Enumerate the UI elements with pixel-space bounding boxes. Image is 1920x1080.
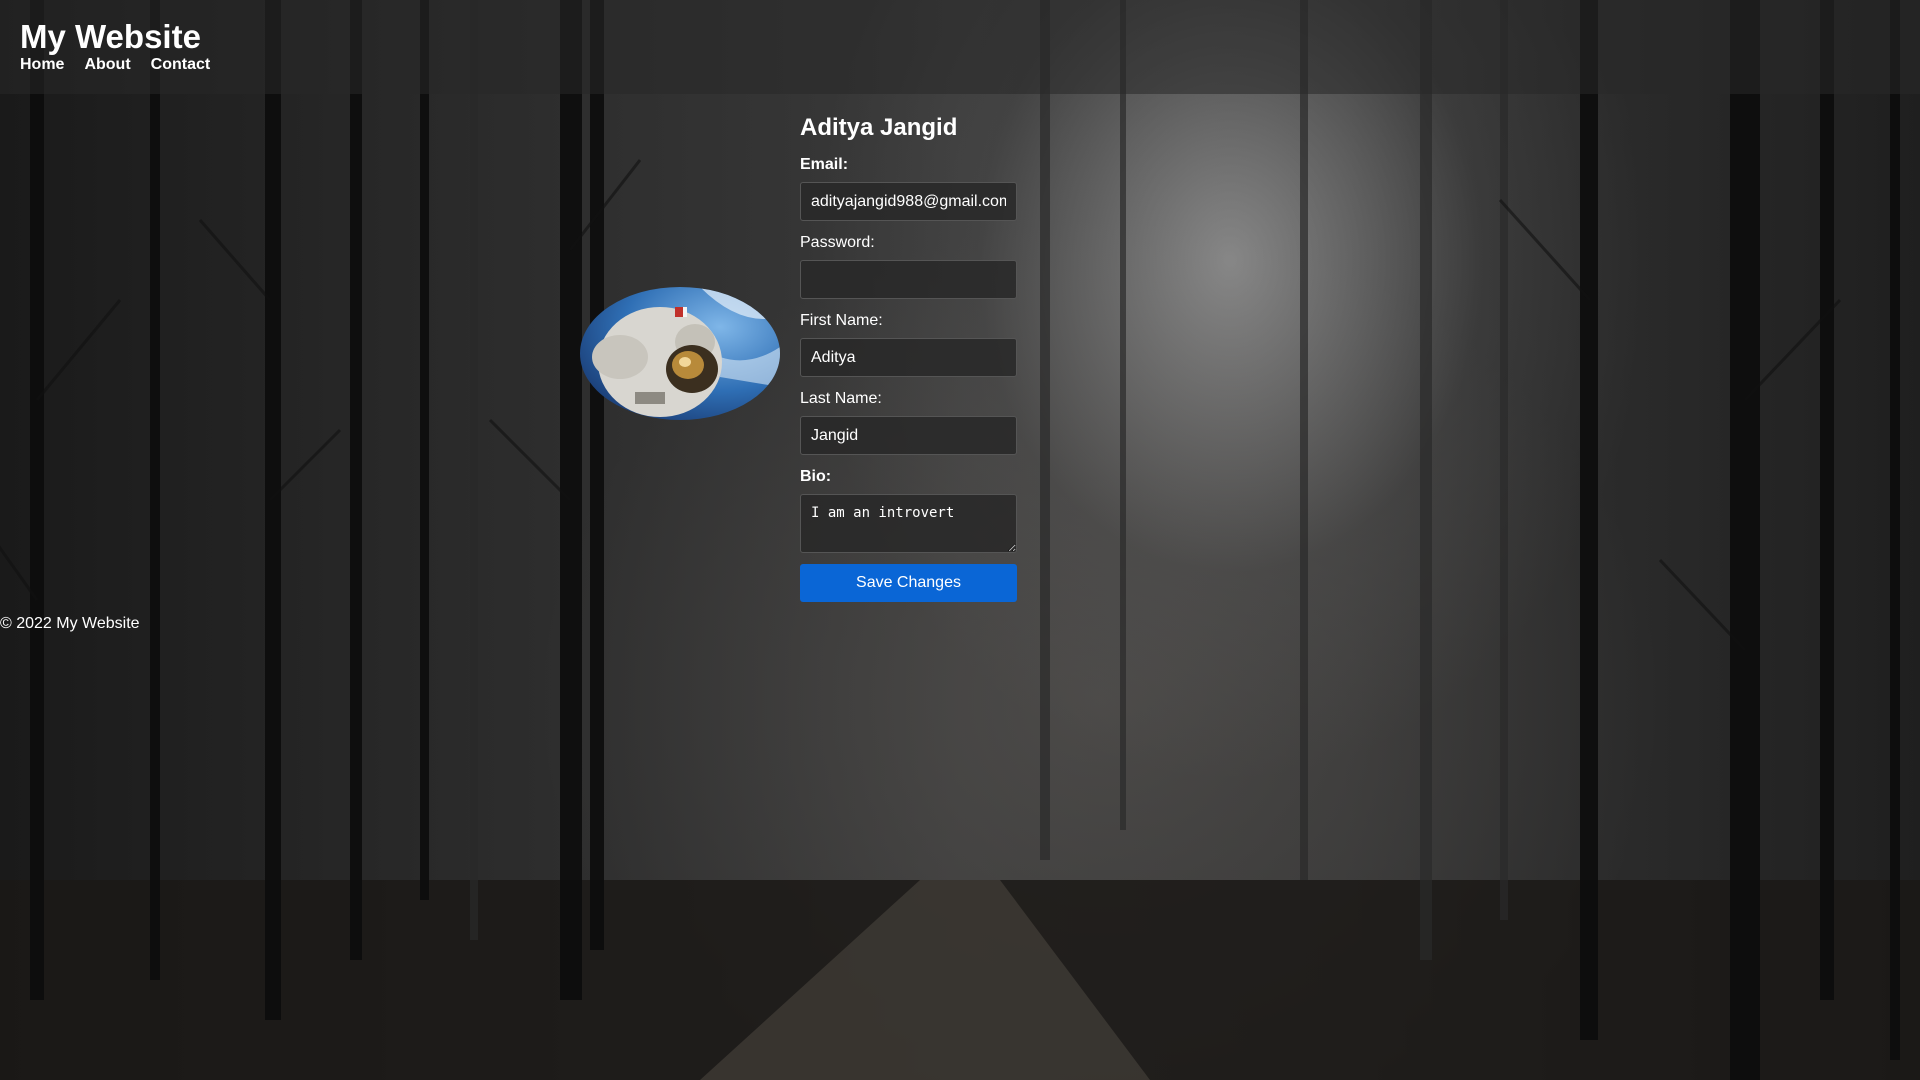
nav-link-home[interactable]: Home [20,56,64,74]
nav-link-contact[interactable]: Contact [151,56,211,74]
footer-copyright: © 2022 My Website [0,615,140,632]
bio-label: Bio: [800,468,832,485]
main-nav: Home About Contact [20,56,210,74]
profile-avatar [580,287,780,420]
password-field[interactable] [800,260,1017,299]
first-name-label: First Name: [800,312,883,329]
password-label: Password: [800,234,875,251]
astronaut-photo-icon [580,287,780,420]
email-label: Email: [800,156,849,173]
profile-form: Aditya Jangid Email: Password: First Nam… [800,110,1017,602]
site-title: My Website [20,18,201,55]
nav-link-about[interactable]: About [84,56,130,74]
save-changes-button[interactable]: Save Changes [800,564,1017,602]
first-name-field[interactable] [800,338,1017,377]
site-header: My Website Home About Contact [0,0,1920,94]
profile-name: Aditya Jangid [800,114,958,141]
bio-textarea[interactable]: I am an introvert [800,494,1017,553]
email-field[interactable] [800,182,1017,221]
last-name-label: Last Name: [800,390,882,407]
last-name-field[interactable] [800,416,1017,455]
